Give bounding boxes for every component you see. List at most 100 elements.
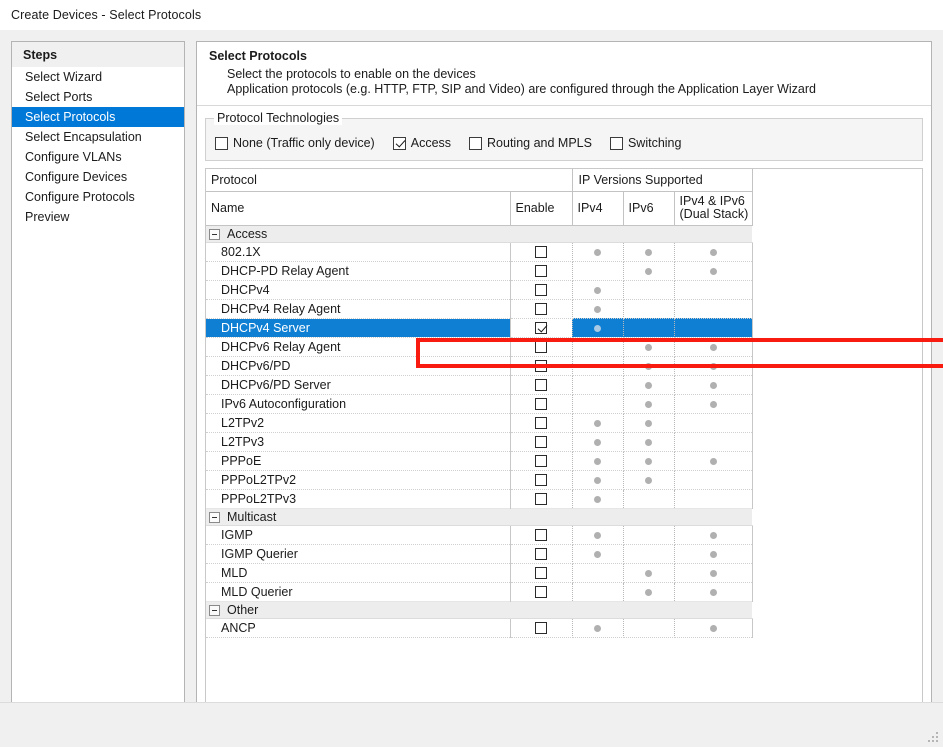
checkbox-box[interactable] bbox=[609, 136, 623, 150]
enable-checkbox[interactable] bbox=[535, 265, 547, 278]
enable-checkbox[interactable] bbox=[535, 398, 547, 411]
enable-checkbox[interactable] bbox=[535, 567, 547, 580]
table-row[interactable]: DHCPv4 bbox=[206, 280, 753, 300]
cell-enable[interactable] bbox=[510, 394, 573, 414]
enable-checkbox[interactable] bbox=[535, 529, 547, 542]
cell-enable[interactable] bbox=[510, 544, 573, 564]
enable-checkbox[interactable] bbox=[535, 284, 547, 297]
sidebar-item-configure-protocols[interactable]: Configure Protocols bbox=[12, 187, 184, 207]
sidebar-item-select-protocols[interactable]: Select Protocols bbox=[12, 107, 184, 127]
enable-checkbox[interactable] bbox=[535, 493, 547, 506]
column-header-name[interactable]: Name bbox=[206, 191, 511, 226]
supported-dot-icon bbox=[645, 381, 653, 389]
cell-enable[interactable] bbox=[510, 563, 573, 583]
checkbox-box[interactable] bbox=[215, 136, 228, 150]
table-row[interactable]: DHCPv6/PD Server bbox=[206, 375, 753, 395]
enable-checkbox[interactable] bbox=[535, 360, 547, 373]
table-row[interactable]: DHCPv6/PD bbox=[206, 356, 753, 376]
cell-enable[interactable] bbox=[510, 525, 573, 545]
table-row[interactable]: DHCPv4 Server bbox=[206, 318, 753, 338]
protocols-table-container[interactable]: Protocol IP Versions Supported Name Enab… bbox=[205, 168, 923, 739]
cell-protocol-name: PPPoE bbox=[206, 451, 511, 471]
cell-enable[interactable] bbox=[510, 375, 573, 395]
supported-dot-icon bbox=[645, 419, 653, 427]
column-header-dualstack[interactable]: IPv4 & IPv6 (Dual Stack) bbox=[673, 191, 753, 226]
tech-checkbox-none-traffic-only-device[interactable]: None (Traffic only device) bbox=[215, 136, 375, 150]
group-row[interactable]: Access bbox=[206, 224, 753, 243]
cell-enable[interactable] bbox=[510, 261, 573, 281]
enable-checkbox[interactable] bbox=[535, 474, 547, 487]
table-row[interactable]: PPPoL2TPv3 bbox=[206, 489, 753, 509]
table-row[interactable]: DHCP-PD Relay Agent bbox=[206, 261, 753, 281]
collapse-minus-icon[interactable] bbox=[209, 228, 220, 240]
column-header-enable[interactable]: Enable bbox=[509, 191, 573, 226]
enable-checkbox[interactable] bbox=[535, 322, 547, 335]
table-row[interactable]: 802.1X bbox=[206, 242, 753, 262]
cell-ipv6 bbox=[623, 356, 675, 376]
enable-checkbox[interactable] bbox=[535, 379, 547, 392]
enable-checkbox[interactable] bbox=[535, 417, 547, 430]
steps-list: Select Wizard Select Ports Select Protocol… bbox=[12, 67, 184, 227]
checkbox-box[interactable] bbox=[469, 136, 483, 150]
cell-enable[interactable] bbox=[510, 489, 573, 509]
enable-checkbox[interactable] bbox=[535, 436, 547, 449]
tech-checkbox-switching[interactable]: Switching bbox=[609, 136, 681, 150]
sidebar-item-configure-devices[interactable]: Configure Devices bbox=[12, 167, 184, 187]
cell-enable[interactable] bbox=[510, 356, 573, 376]
sidebar-item-configure-vlans[interactable]: Configure VLANs bbox=[12, 147, 184, 167]
enable-checkbox[interactable] bbox=[535, 303, 547, 316]
cell-enable[interactable] bbox=[510, 337, 573, 357]
table-row[interactable]: L2TPv2 bbox=[206, 413, 753, 433]
checkbox-box[interactable] bbox=[392, 136, 406, 150]
cell-protocol-name: 802.1X bbox=[206, 242, 511, 262]
cell-enable[interactable] bbox=[510, 242, 573, 262]
enable-checkbox[interactable] bbox=[535, 548, 547, 561]
supported-dot-icon bbox=[709, 624, 717, 632]
cell-enable[interactable] bbox=[510, 618, 573, 638]
cell-enable[interactable] bbox=[510, 299, 573, 319]
group-row[interactable]: Multicast bbox=[206, 507, 753, 526]
table-row[interactable]: MLD bbox=[206, 563, 753, 583]
group-row[interactable]: Other bbox=[206, 600, 753, 619]
table-row[interactable]: L2TPv3 bbox=[206, 432, 753, 452]
table-row[interactable]: PPPoL2TPv2 bbox=[206, 470, 753, 490]
table-row[interactable]: DHCPv4 Relay Agent bbox=[206, 299, 753, 319]
cell-enable[interactable] bbox=[510, 280, 573, 300]
collapse-minus-icon[interactable] bbox=[209, 511, 220, 523]
cell-dual bbox=[674, 489, 753, 509]
supported-dot-icon bbox=[709, 550, 717, 558]
sidebar-item-select-ports[interactable]: Select Ports bbox=[12, 87, 184, 107]
sidebar-item-select-encapsulation[interactable]: Select Encapsulation bbox=[12, 127, 184, 147]
cell-ipv6 bbox=[623, 299, 675, 319]
table-row[interactable]: IGMP Querier bbox=[206, 544, 753, 564]
cell-enable[interactable] bbox=[510, 318, 573, 338]
table-row[interactable]: DHCPv6 Relay Agent bbox=[206, 337, 753, 357]
column-header-ipv4[interactable]: IPv4 bbox=[571, 191, 624, 226]
cell-enable[interactable] bbox=[510, 582, 573, 602]
table-row[interactable]: MLD Querier bbox=[206, 582, 753, 602]
cell-enable[interactable] bbox=[510, 451, 573, 471]
enable-checkbox[interactable] bbox=[535, 622, 547, 635]
sidebar-item-preview[interactable]: Preview bbox=[12, 207, 184, 227]
enable-checkbox[interactable] bbox=[535, 586, 547, 599]
cell-dual bbox=[674, 242, 753, 262]
group-cell: Other bbox=[206, 600, 753, 619]
enable-checkbox[interactable] bbox=[535, 455, 547, 468]
sidebar-item-select-wizard[interactable]: Select Wizard bbox=[12, 67, 184, 87]
tech-checkbox-access[interactable]: Access bbox=[392, 136, 451, 150]
page-title: Select Protocols bbox=[209, 49, 307, 63]
collapse-minus-icon[interactable] bbox=[209, 604, 220, 616]
sidebar-item-label: Select Encapsulation bbox=[25, 130, 142, 144]
tech-checkbox-routing-and-mpls[interactable]: Routing and MPLS bbox=[469, 136, 592, 150]
resize-grip[interactable] bbox=[928, 732, 940, 744]
enable-checkbox[interactable] bbox=[535, 246, 547, 259]
enable-checkbox[interactable] bbox=[535, 341, 547, 354]
cell-enable[interactable] bbox=[510, 470, 573, 490]
column-header-ipv6[interactable]: IPv6 bbox=[622, 191, 675, 226]
table-row[interactable]: PPPoE bbox=[206, 451, 753, 471]
table-row[interactable]: ANCP bbox=[206, 618, 753, 638]
cell-enable[interactable] bbox=[510, 432, 573, 452]
table-row[interactable]: IPv6 Autoconfiguration bbox=[206, 394, 753, 414]
cell-enable[interactable] bbox=[510, 413, 573, 433]
table-row[interactable]: IGMP bbox=[206, 525, 753, 545]
